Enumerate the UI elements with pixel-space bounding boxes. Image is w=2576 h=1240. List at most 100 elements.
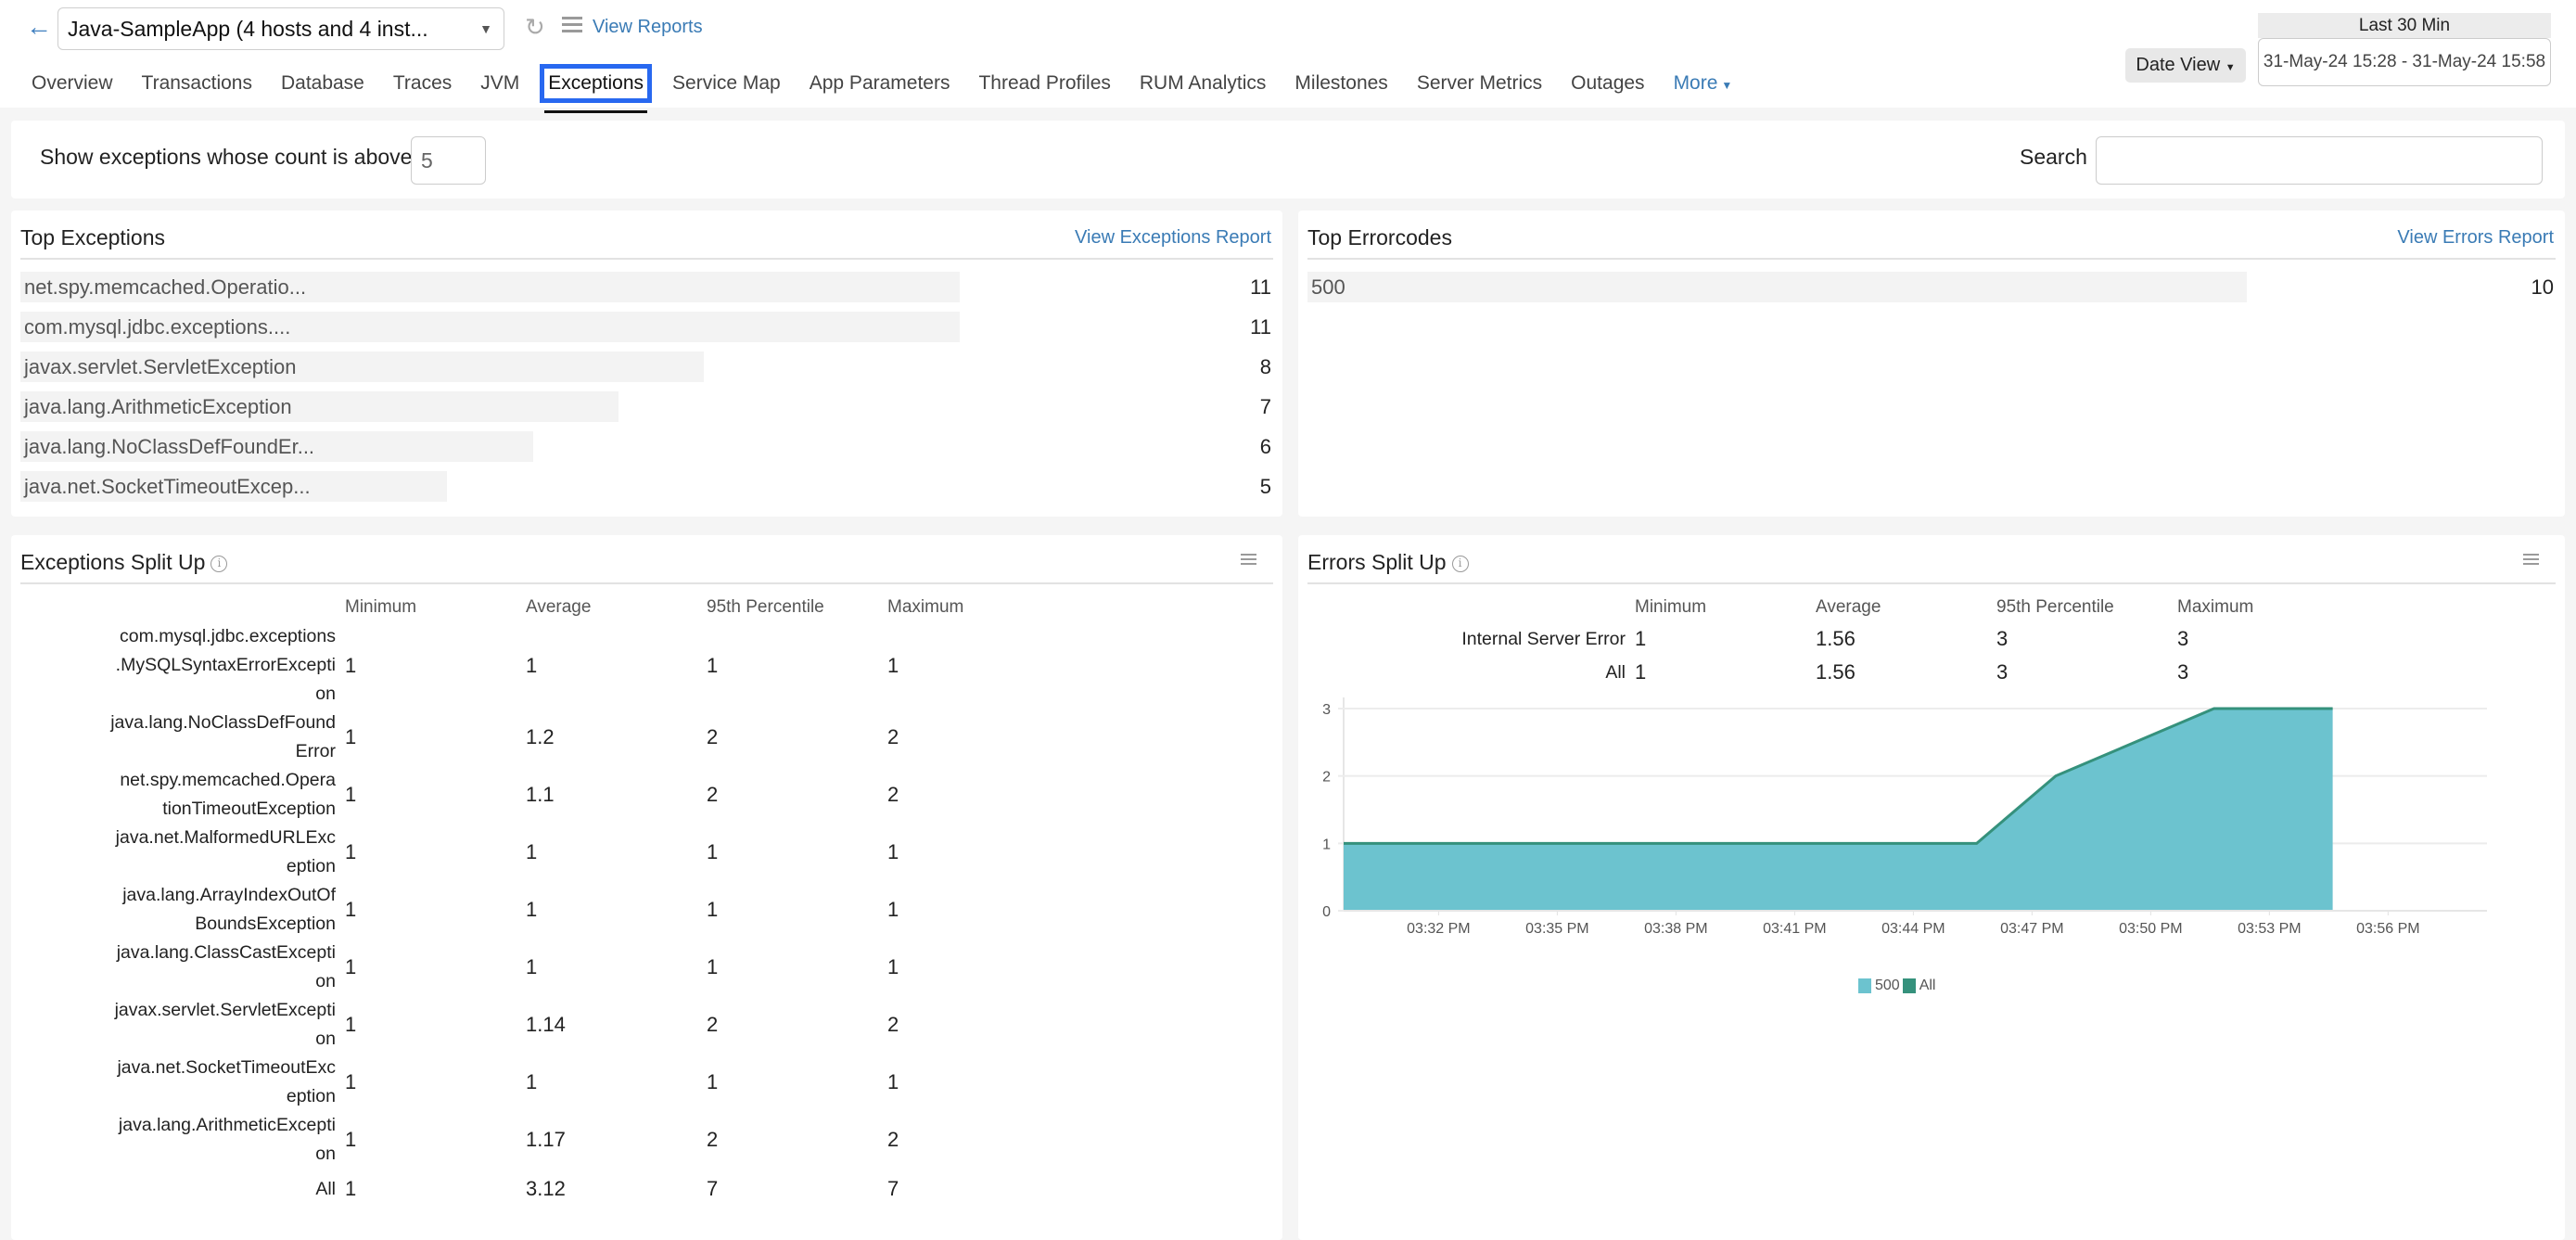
column-header: Average xyxy=(1816,593,1996,622)
tab-label: Exceptions xyxy=(548,72,644,94)
table-row: All11.5633 xyxy=(1307,656,2358,689)
legend-item[interactable]: All xyxy=(1903,978,1936,994)
panel-menu-icon[interactable] xyxy=(1241,554,1256,568)
cell-value: 3 xyxy=(1996,622,2177,656)
panel-menu-icon[interactable] xyxy=(2523,554,2539,568)
cell-value: 2 xyxy=(887,766,1068,824)
top-exceptions-panel: Top Exceptions View Exceptions Report ne… xyxy=(11,211,1282,517)
cell-value: 1 xyxy=(345,1111,526,1169)
item-count: 11 xyxy=(1250,275,1271,300)
tab-database[interactable]: Database xyxy=(277,69,368,98)
cell-value: 3.12 xyxy=(526,1169,707,1209)
list-item[interactable]: java.lang.ArithmeticException7 xyxy=(20,391,1271,422)
top-exceptions-title: Top Exceptions xyxy=(20,225,165,250)
view-errors-report-link[interactable]: View Errors Report xyxy=(2397,227,2554,249)
table-row: java.net.MalformedURLException1111 xyxy=(20,824,1068,881)
errors-split-table: MinimumAverage95th PercentileMaximum Inte… xyxy=(1307,593,2358,689)
row-label: javax.servlet.ServletException xyxy=(20,996,345,1054)
tab-overview[interactable]: Overview xyxy=(28,69,117,98)
date-range-picker[interactable]: 31-May-24 15:28 - 31-May-24 15:58 xyxy=(2258,38,2551,86)
list-item[interactable]: javax.servlet.ServletException8 xyxy=(20,352,1271,382)
x-tick-label: 03:47 PM xyxy=(2000,921,2063,937)
y-tick-label: 3 xyxy=(1322,702,1331,718)
tab-server-metrics[interactable]: Server Metrics xyxy=(1413,69,1546,98)
tab-label: Traces xyxy=(393,72,452,94)
cell-value: 1.14 xyxy=(526,996,707,1054)
list-item[interactable]: java.net.SocketTimeoutExcep...5 xyxy=(20,471,1271,502)
cell-value: 1 xyxy=(345,1169,526,1209)
cell-value: 1 xyxy=(526,939,707,996)
info-icon[interactable]: i xyxy=(1452,556,1469,572)
tab-label: JVM xyxy=(480,72,519,94)
tab-label: Transactions xyxy=(142,72,252,94)
list-item[interactable]: 50010 xyxy=(1307,272,2554,302)
filter-panel: Show exceptions whose count is above Sea… xyxy=(11,121,2565,198)
item-count: 6 xyxy=(1260,435,1271,459)
tab-label: Overview xyxy=(32,72,113,94)
cell-value: 1 xyxy=(345,939,526,996)
tab-label: Outages xyxy=(1571,72,1644,94)
row-label-line: on xyxy=(20,1140,336,1169)
cell-value: 2 xyxy=(887,1111,1068,1169)
legend-item[interactable]: 500 xyxy=(1858,978,1900,994)
view-exceptions-report-link[interactable]: View Exceptions Report xyxy=(1075,227,1271,249)
back-arrow-icon[interactable]: ← xyxy=(26,13,54,41)
cell-value: 1 xyxy=(345,709,526,766)
row-label-line: Internal Server Error xyxy=(1307,625,1626,654)
view-reports-link[interactable]: View Reports xyxy=(593,13,703,41)
tab-jvm[interactable]: JVM xyxy=(477,69,523,98)
application-selector[interactable]: Java-SampleApp (4 hosts and 4 inst... ▼ xyxy=(57,7,504,50)
x-tick-label: 03:56 PM xyxy=(2356,921,2419,937)
cell-value: 1 xyxy=(345,824,526,881)
row-label-line: Error xyxy=(20,737,336,766)
table-row: java.lang.ArithmeticException11.1722 xyxy=(20,1111,1068,1169)
table-row: java.lang.NoClassDefFoundError11.222 xyxy=(20,709,1068,766)
hamburger-menu-icon[interactable] xyxy=(562,17,582,35)
top-bar: ← Java-SampleApp (4 hosts and 4 inst... … xyxy=(0,0,2576,108)
date-view-button[interactable]: Date View ▼ xyxy=(2125,48,2246,83)
refresh-icon[interactable]: ↻ xyxy=(525,13,551,41)
tab-app-parameters[interactable]: App Parameters xyxy=(806,69,954,98)
item-count: 10 xyxy=(2531,275,2554,300)
cell-value: 2 xyxy=(707,709,887,766)
errors-split-up-title: Errors Split Upi xyxy=(1307,550,1469,575)
tab-more[interactable]: More▼ xyxy=(1670,69,1737,98)
row-label-line: com.mysql.jdbc.exceptions xyxy=(20,622,336,651)
list-item[interactable]: com.mysql.jdbc.exceptions....11 xyxy=(20,312,1271,342)
row-label: java.lang.ClassCastException xyxy=(20,939,345,996)
legend-swatch xyxy=(1903,978,1916,993)
tab-traces[interactable]: Traces xyxy=(389,69,455,98)
errors-area-chart: 012303:32 PM03:35 PM03:38 PM03:41 PM03:4… xyxy=(1298,697,2565,939)
row-label: java.lang.ArrayIndexOutOfBoundsException xyxy=(20,881,345,939)
search-input[interactable] xyxy=(2096,136,2543,185)
tab-service-map[interactable]: Service Map xyxy=(669,69,784,98)
x-tick-label: 03:41 PM xyxy=(1763,921,1826,937)
tab-transactions[interactable]: Transactions xyxy=(138,69,256,98)
cell-value: 1.17 xyxy=(526,1111,707,1169)
tab-label: Database xyxy=(281,72,364,94)
column-header: Minimum xyxy=(1635,593,1816,622)
tab-exceptions[interactable]: Exceptions xyxy=(544,69,647,98)
info-icon[interactable]: i xyxy=(210,556,227,572)
tab-label: Thread Profiles xyxy=(978,72,1110,94)
count-threshold-input[interactable] xyxy=(411,136,486,185)
x-tick-label: 03:44 PM xyxy=(1881,921,1945,937)
list-item[interactable]: net.spy.memcached.Operatio...11 xyxy=(20,272,1271,302)
tab-milestones[interactable]: Milestones xyxy=(1291,69,1391,98)
cell-value: 1 xyxy=(887,622,1068,709)
tab-thread-profiles[interactable]: Thread Profiles xyxy=(975,69,1114,98)
row-label: net.spy.memcached.OperationTimeoutExcept… xyxy=(20,766,345,824)
tab-rum-analytics[interactable]: RUM Analytics xyxy=(1136,69,1270,98)
row-label: java.lang.NoClassDefFoundError xyxy=(20,709,345,766)
row-label-line: on xyxy=(20,1025,336,1054)
cell-value: 1 xyxy=(707,1054,887,1111)
list-item[interactable]: java.lang.NoClassDefFoundEr...6 xyxy=(20,431,1271,462)
table-row: java.lang.ArrayIndexOutOfBoundsException… xyxy=(20,881,1068,939)
cell-value: 1 xyxy=(887,881,1068,939)
table-header-row: MinimumAverage95th PercentileMaximum xyxy=(1307,593,2358,622)
y-tick-label: 0 xyxy=(1322,904,1331,920)
legend-swatch xyxy=(1858,978,1871,993)
table-row: java.lang.ClassCastException1111 xyxy=(20,939,1068,996)
tab-outages[interactable]: Outages xyxy=(1567,69,1648,98)
table-header-row: MinimumAverage95th PercentileMaximum xyxy=(20,593,1068,622)
